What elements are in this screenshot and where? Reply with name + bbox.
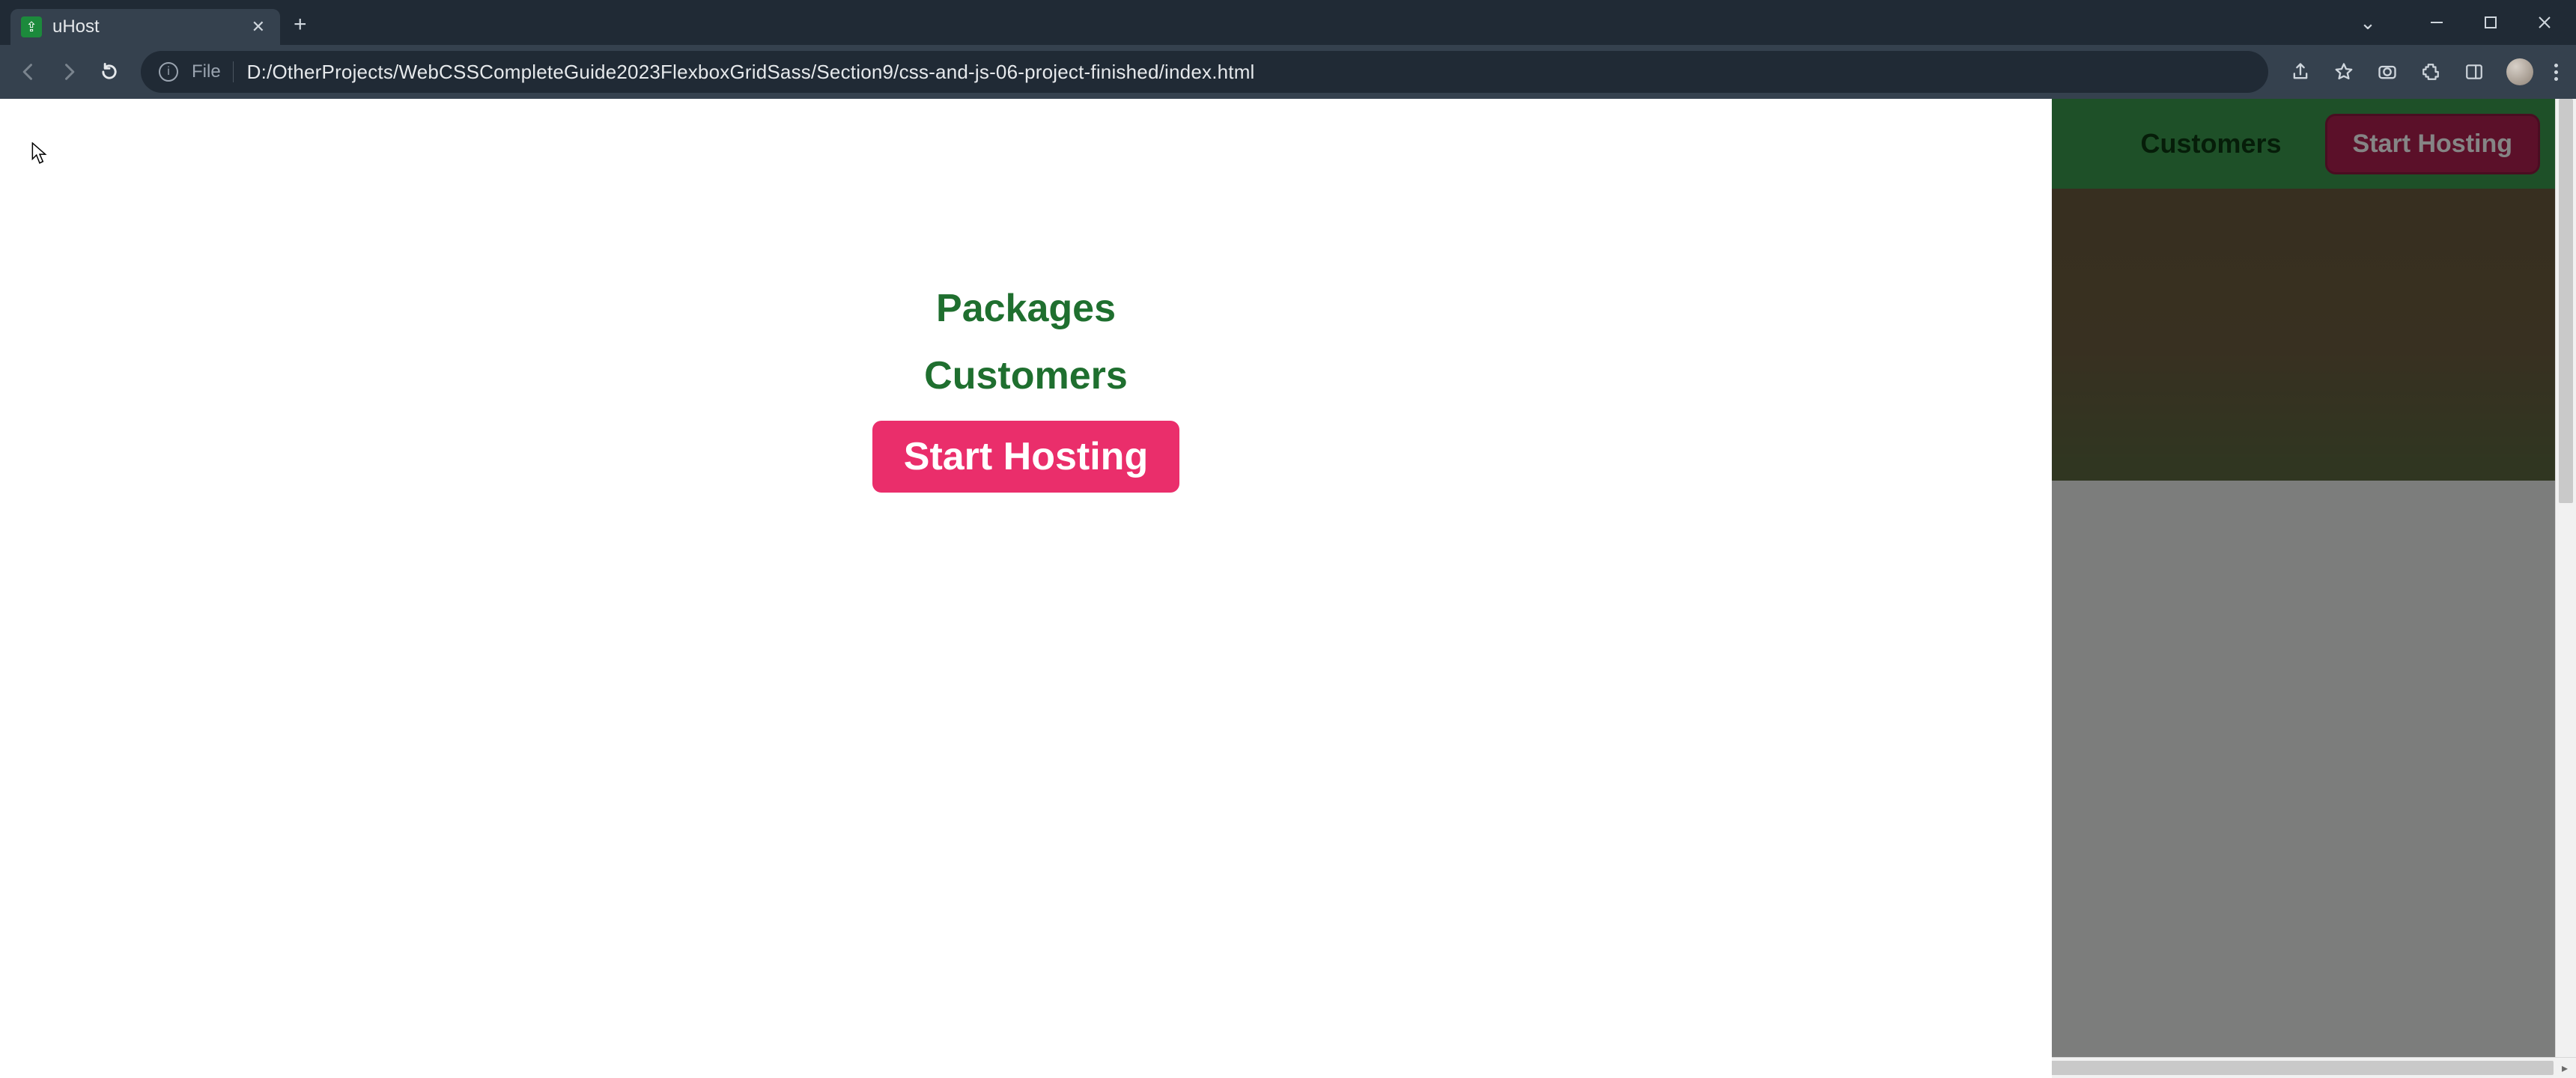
site-info-icon[interactable]: i xyxy=(159,62,178,82)
tab-title: uHost xyxy=(52,16,241,37)
favicon-icon: ⇪ xyxy=(21,16,42,37)
url-scheme-label: File xyxy=(192,61,234,82)
mobile-nav-customers[interactable]: Customers xyxy=(924,353,1128,398)
vertical-scrollbar[interactable] xyxy=(2555,99,2576,1057)
share-icon[interactable] xyxy=(2289,61,2312,83)
chrome-menu-icon[interactable] xyxy=(2554,64,2558,81)
mobile-nav-overlay[interactable]: Packages Customers Start Hosting xyxy=(0,99,2052,1078)
profile-avatar[interactable] xyxy=(2506,58,2533,85)
browser-toolbar: i File D:/OtherProjects/WebCSSCompleteGu… xyxy=(0,45,2576,99)
forward-button[interactable] xyxy=(52,55,85,88)
new-tab-button[interactable]: + xyxy=(294,12,307,37)
nav-cta-start-hosting[interactable]: Start Hosting xyxy=(2325,114,2540,174)
hscroll-right-icon[interactable]: ▸ xyxy=(2554,1061,2576,1076)
bookmark-star-icon[interactable] xyxy=(2333,61,2355,83)
address-bar[interactable]: i File D:/OtherProjects/WebCSSCompleteGu… xyxy=(141,51,2268,93)
lens-icon[interactable] xyxy=(2376,61,2399,83)
tab-search-icon[interactable]: ⌄ xyxy=(2359,13,2377,31)
minimize-icon[interactable] xyxy=(2428,13,2446,31)
titlebar: ⇪ uHost ✕ + ⌄ xyxy=(0,0,2576,45)
mobile-nav-start-hosting[interactable]: Start Hosting xyxy=(872,421,1179,493)
mobile-nav-packages[interactable]: Packages xyxy=(936,286,1116,331)
close-window-icon[interactable] xyxy=(2536,13,2554,31)
maximize-icon[interactable] xyxy=(2482,13,2500,31)
window-controls: ⌄ xyxy=(2359,0,2576,45)
tab-close-icon[interactable]: ✕ xyxy=(252,17,265,37)
cursor-icon xyxy=(31,142,48,165)
vertical-scroll-thumb[interactable] xyxy=(2559,99,2573,503)
nav-link-customers[interactable]: Customers xyxy=(2140,128,2281,159)
url-text: D:/OtherProjects/WebCSSCompleteGuide2023… xyxy=(247,61,1255,84)
browser-tab[interactable]: ⇪ uHost ✕ xyxy=(10,9,280,45)
toolbar-actions xyxy=(2283,58,2564,85)
back-button[interactable] xyxy=(12,55,45,88)
sidepanel-icon[interactable] xyxy=(2463,61,2485,83)
page-viewport: Customers Start Hosting on. Packages Cus… xyxy=(0,99,2576,1078)
reload-button[interactable] xyxy=(93,55,126,88)
extensions-icon[interactable] xyxy=(2419,61,2442,83)
